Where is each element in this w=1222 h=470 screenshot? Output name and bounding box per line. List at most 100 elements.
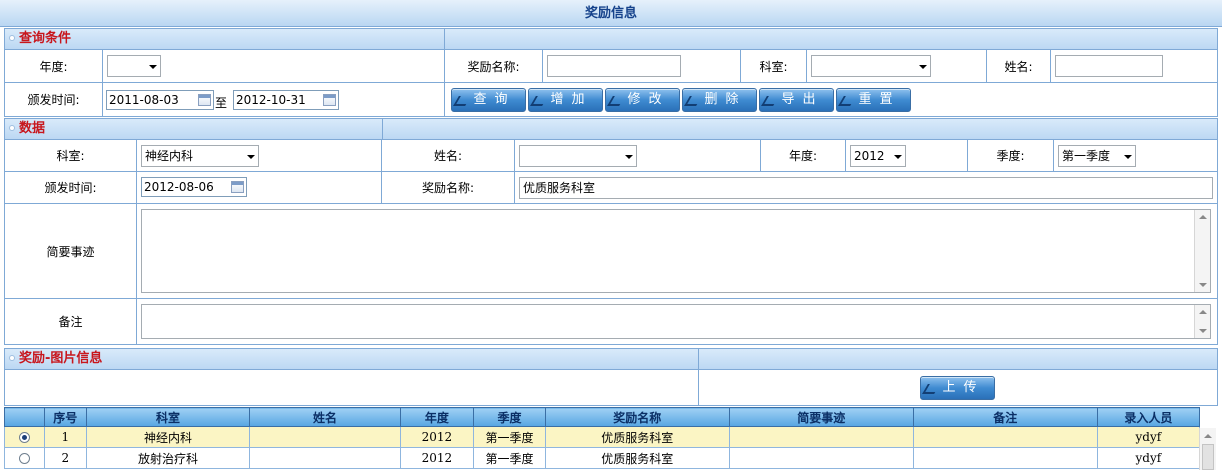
grid-header[interactable]: 姓名	[249, 407, 401, 427]
data-row-1: 科室: 神经内科 姓名: 年度: 2012 季度: 第一季度	[4, 140, 1218, 172]
grid-scrollbar[interactable]	[1199, 428, 1216, 470]
upload-row: 上传	[4, 370, 1218, 406]
table-cell	[912, 426, 1098, 448]
table-cell: ydyf	[1096, 426, 1201, 448]
data-quarter-select[interactable]: 第一季度	[1058, 145, 1136, 167]
table-cell: 放射治疗科	[85, 447, 251, 469]
grid-header-select	[4, 407, 45, 427]
grid-header[interactable]: 简要事迹	[728, 407, 914, 427]
grid-header-row: 序号 科室 姓名 年度 季度 奖励名称 简要事迹 备注 录入人员	[4, 407, 1201, 427]
table-row[interactable]: 2 放射治疗科 2012 第一季度 优质服务科室 ydyf	[4, 447, 1201, 469]
header-divider	[444, 29, 445, 49]
award-name-input[interactable]	[547, 55, 681, 77]
data-year-select[interactable]: 2012	[850, 145, 906, 167]
calendar-icon[interactable]	[198, 94, 211, 106]
header-divider	[382, 119, 383, 139]
table-cell	[728, 447, 914, 469]
scrollbar[interactable]	[1194, 305, 1210, 338]
grid-header[interactable]: 奖励名称	[544, 407, 730, 427]
scroll-thumb[interactable]	[1202, 444, 1214, 470]
scroll-down-icon[interactable]	[1199, 283, 1207, 287]
calendar-icon[interactable]	[231, 181, 244, 193]
add-button[interactable]: 增加	[528, 88, 603, 112]
table-cell: 2012	[399, 447, 475, 469]
summary-label: 简要事迹	[5, 204, 137, 298]
person-input[interactable]	[1055, 55, 1163, 77]
grid-header[interactable]: 录入人员	[1096, 407, 1201, 427]
dept-select[interactable]	[811, 55, 931, 77]
data-section-title: 数据	[19, 121, 46, 136]
grid-header[interactable]: 季度	[473, 407, 546, 427]
table-cell: 优质服务科室	[544, 447, 730, 469]
issue-time-label: 颁发时间:	[5, 83, 103, 116]
row-radio[interactable]	[18, 453, 30, 464]
table-cell: 第一季度	[473, 447, 546, 469]
query-section-header: 查询条件	[4, 28, 1218, 50]
upload-button[interactable]: 上传	[920, 376, 995, 400]
remark-textarea[interactable]	[141, 304, 1211, 339]
award-name-label: 奖励名称:	[445, 50, 543, 82]
grid-header[interactable]: 备注	[912, 407, 1098, 427]
chevron-down-icon	[144, 56, 160, 76]
award-grid: 序号 科室 姓名 年度 季度 奖励名称 简要事迹 备注 录入人员 1 神经内科 …	[4, 407, 1201, 469]
scrollbar[interactable]	[1194, 210, 1210, 292]
chevron-down-icon	[914, 56, 930, 76]
data-dept-select[interactable]: 神经内科	[141, 145, 259, 167]
data-quarter-label: 季度:	[968, 140, 1054, 171]
query-section-title: 查询条件	[19, 31, 72, 46]
scroll-up-icon[interactable]	[1204, 434, 1212, 438]
year-select[interactable]	[107, 55, 161, 77]
data-issue-time-input[interactable]: 2012-08-06	[141, 177, 247, 197]
modify-button[interactable]: 修改	[605, 88, 680, 112]
header-divider	[698, 349, 699, 369]
table-cell: 2	[43, 447, 87, 469]
row-radio[interactable]	[18, 432, 30, 443]
table-cell: ydyf	[1096, 447, 1201, 469]
section-bullet-icon	[9, 125, 15, 131]
data-award-name-input[interactable]: 优质服务科室	[519, 177, 1213, 199]
export-button[interactable]: 导出	[759, 88, 834, 112]
page-title: 奖励信息	[0, 0, 1222, 27]
data-row-2: 颁发时间: 2012-08-06 奖励名称: 优质服务科室	[4, 172, 1218, 204]
scroll-up-icon[interactable]	[1199, 310, 1207, 314]
grid-header[interactable]: 年度	[399, 407, 475, 427]
chevron-down-icon	[1119, 146, 1135, 166]
table-cell: 2012	[399, 426, 475, 448]
grid-header[interactable]: 科室	[85, 407, 251, 427]
chevron-down-icon	[242, 146, 258, 166]
calendar-icon[interactable]	[323, 94, 336, 106]
date-from-input[interactable]: 2011-08-03	[106, 90, 214, 110]
table-cell: 第一季度	[473, 426, 546, 448]
scroll-down-icon[interactable]	[1199, 329, 1207, 333]
query-button[interactable]: 查询	[451, 88, 526, 112]
delete-button[interactable]: 删除	[682, 88, 757, 112]
grid-header[interactable]: 序号	[43, 407, 87, 427]
to-label: 至	[215, 96, 228, 110]
remark-row: 备注	[4, 299, 1218, 345]
query-row-2: 颁发时间: 2011-08-03 至 2012-10-31 查询 增加 修改 删…	[4, 83, 1218, 117]
data-dept-label: 科室:	[5, 140, 137, 171]
reset-button[interactable]: 重置	[836, 88, 911, 112]
data-person-label: 姓名:	[382, 140, 515, 171]
data-year-label: 年度:	[761, 140, 846, 171]
scroll-up-icon[interactable]	[1199, 215, 1207, 219]
table-cell	[249, 426, 401, 448]
summary-textarea[interactable]	[141, 209, 1211, 293]
data-person-select[interactable]	[519, 145, 637, 167]
year-label: 年度:	[5, 50, 103, 82]
query-row-1: 年度: 奖励名称: 科室: 姓名:	[4, 50, 1218, 83]
data-section-header: 数据	[4, 118, 1218, 140]
date-to-input[interactable]: 2012-10-31	[233, 90, 339, 110]
image-section-header: 奖励-图片信息	[4, 348, 1218, 370]
table-cell: 1	[43, 426, 87, 448]
table-cell: 神经内科	[85, 426, 251, 448]
section-bullet-icon	[9, 355, 15, 361]
chevron-down-icon	[889, 146, 905, 166]
section-bullet-icon	[9, 35, 15, 41]
table-row[interactable]: 1 神经内科 2012 第一季度 优质服务科室 ydyf	[4, 426, 1201, 448]
dept-label: 科室:	[741, 50, 807, 82]
person-label: 姓名:	[987, 50, 1051, 82]
table-cell	[912, 447, 1098, 469]
chevron-down-icon	[620, 146, 636, 166]
table-cell: 优质服务科室	[544, 426, 730, 448]
